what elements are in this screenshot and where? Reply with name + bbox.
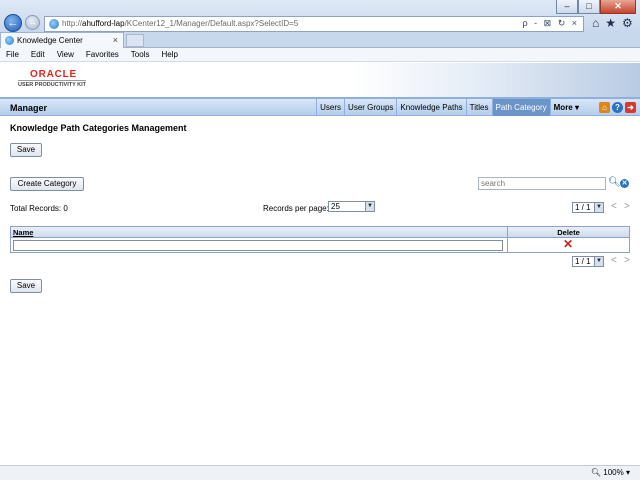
minimize-icon[interactable]: – [556,0,578,14]
menu-file[interactable]: File [0,48,25,61]
prev-page-icon[interactable]: < [611,202,617,212]
maximize-icon[interactable]: □ [578,0,600,14]
prev-page-icon[interactable]: < [611,256,617,266]
tab-strip: Knowledge Center × [0,32,640,48]
logout-icon[interactable]: ➜ [625,102,636,113]
nav-path-category[interactable]: Path Category [491,99,550,116]
gear-icon[interactable]: ⚙ [622,15,633,31]
page-title: Knowledge Path Categories Management [10,123,187,133]
menu-favorites[interactable]: Favorites [80,48,125,61]
chevron-down-icon: ▼ [594,257,603,266]
categories-table: Name Delete ✕ [10,226,630,253]
page-selector-value: 1 / 1 [575,203,591,212]
logo-brand: ORACLE [30,69,78,80]
navbar-title: Manager [10,103,48,113]
next-page-icon[interactable]: > [624,202,630,212]
nav-links: Users User Groups Knowledge Paths Titles… [316,99,582,116]
page-selector-value: 1 / 1 [575,257,591,266]
nav-users[interactable]: Users [316,99,344,116]
records-per-page-label: Records per page: [263,204,329,213]
tab-favicon-icon [5,36,14,45]
nav-knowledge-paths[interactable]: Knowledge Paths [396,99,465,116]
browser-tab[interactable]: Knowledge Center × [0,32,124,48]
tab-title: Knowledge Center [17,36,83,45]
menu-bar: File Edit View Favorites Tools Help [0,48,640,62]
favorites-star-icon[interactable]: ★ [605,15,616,31]
delete-x-icon[interactable]: ✕ [563,238,573,251]
browser-title-bar: – □ ✕ ← → http://ahufford-lap/KCenter12_… [0,0,640,32]
chevron-down-icon: ▼ [365,202,374,211]
menu-view[interactable]: View [51,48,80,61]
tab-close-icon[interactable]: × [113,35,118,45]
page-selector-bottom[interactable]: 1 / 1 ▼ [572,256,604,267]
forward-arrow-icon[interactable]: → [25,15,40,30]
address-tools[interactable]: ρ - ⊠ ↻ × [523,18,579,29]
window-controls: – □ ✕ [556,0,636,14]
clear-search-icon[interactable]: ✕ [620,179,629,188]
back-arrow-icon[interactable]: ← [4,14,22,32]
menu-edit[interactable]: Edit [25,48,51,61]
nav-user-groups[interactable]: User Groups [344,99,396,116]
nav-more-dropdown[interactable]: More ▾ [549,99,582,116]
address-bar[interactable]: http://ahufford-lap/KCenter12_1/Manager/… [44,16,584,32]
status-bar: 🔍︎ 100% ▾ [0,465,640,480]
table-row-delete-cell: ✕ [507,238,629,252]
help-icon[interactable]: ? [612,102,623,113]
records-per-page-select[interactable]: 25 ▼ [328,201,375,212]
next-page-icon[interactable]: > [624,256,630,266]
save-button-bottom[interactable]: Save [10,279,42,293]
column-header-delete: Delete [507,227,629,237]
header-banner: ORACLE USER PRODUCTIVITY KIT [0,63,640,97]
page-favicon-icon [49,19,59,29]
chevron-down-icon: ▼ [594,203,603,212]
oracle-logo: ORACLE USER PRODUCTIVITY KIT [18,69,87,90]
navbar-icons: ⌂ ? ➜ [599,102,636,113]
home-icon[interactable]: ⌂ [592,15,599,31]
zoom-level[interactable]: 🔍︎ 100% ▾ [591,468,630,477]
create-category-button[interactable]: Create Category [10,177,84,191]
search-input[interactable] [478,177,606,190]
menu-help[interactable]: Help [155,48,183,61]
new-tab-button[interactable] [126,34,144,47]
home-icon[interactable]: ⌂ [599,102,610,113]
close-window-icon[interactable]: ✕ [600,0,636,14]
save-button-top[interactable]: Save [10,143,42,157]
url-text: http://ahufford-lap/KCenter12_1/Manager/… [62,19,299,28]
logo-product: USER PRODUCTIVITY KIT [18,80,87,88]
column-header-name[interactable]: Name [13,228,33,237]
search-icon[interactable]: 🔍︎ [608,177,621,189]
total-records: Total Records: 0 [10,204,68,213]
table-header: Name Delete [11,227,629,238]
browser-toolbar-icons: ⌂ ★ ⚙ [592,15,633,31]
records-per-page-value: 25 [331,202,340,211]
nav-titles[interactable]: Titles [465,99,492,116]
manager-navbar: Manager Users User Groups Knowledge Path… [0,97,640,116]
menu-tools[interactable]: Tools [125,48,156,61]
page-selector-top[interactable]: 1 / 1 ▼ [572,202,604,213]
category-name-input[interactable] [13,240,503,251]
